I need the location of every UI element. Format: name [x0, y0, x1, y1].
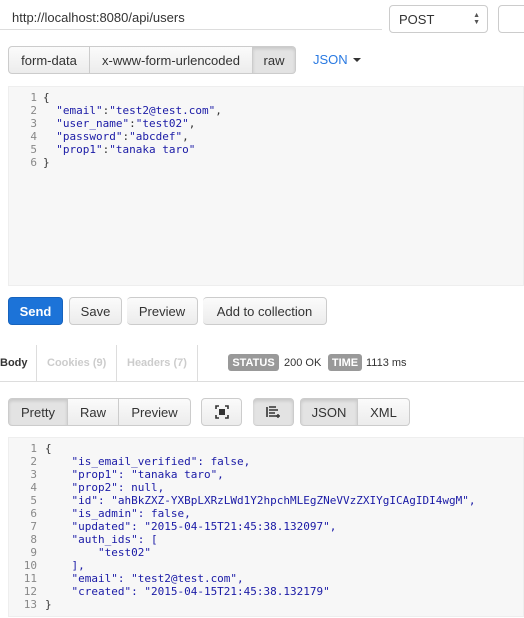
line-number: 9	[30, 546, 37, 559]
tab-divider	[36, 345, 37, 381]
save-button[interactable]: Save	[69, 297, 122, 325]
tab-body[interactable]: Body	[0, 345, 28, 381]
tab-cookies[interactable]: Cookies (9)	[47, 345, 106, 381]
code-line: "test02"	[45, 546, 151, 559]
line-number: 1	[30, 442, 37, 455]
line-number: 3	[30, 117, 37, 130]
line-number: 4	[30, 130, 37, 143]
raw-button[interactable]: raw	[253, 46, 296, 74]
line-number: 2	[30, 455, 37, 468]
code-line: }	[45, 598, 52, 611]
json-view-button[interactable]: JSON	[300, 398, 358, 426]
json-key: "prop1"	[56, 143, 103, 156]
preview-button[interactable]: Preview	[127, 297, 198, 325]
code-line: }	[43, 156, 50, 169]
line-number: 13	[23, 598, 37, 611]
line-number: 5	[30, 494, 37, 507]
response-body[interactable]: 1 2 3 4 5 6 7 8 9 10 11 12 13 { "is_email_verified":…	[8, 437, 524, 617]
status-badge: STATUS	[228, 354, 279, 371]
form-data-button[interactable]: form-data	[8, 46, 90, 74]
code-line: "is_admin": false,	[45, 507, 191, 520]
raw-view-button[interactable]: Raw	[68, 398, 119, 426]
line-number: 3	[30, 468, 37, 481]
line-number: 10	[23, 559, 37, 572]
wrap-lines-button[interactable]	[253, 398, 294, 426]
code-line: "auth_ids": [	[45, 533, 158, 546]
json-value: "tanaka taro"	[109, 143, 196, 156]
code-line: "created": "2015-04-15T21:45:38.132179"	[45, 585, 330, 598]
code-line: "email": "test2@test.com",	[45, 572, 244, 585]
code-line: "prop2": null,	[45, 481, 165, 494]
line-number: 4	[30, 481, 37, 494]
up-down-arrows-icon: ▲ ▼	[473, 12, 480, 26]
request-body-editor[interactable]: 1 2 3 4 5 6 { "email":"test2@test.com", …	[8, 86, 524, 286]
json-key: "email"	[56, 104, 103, 117]
preview-view-button[interactable]: Preview	[119, 398, 191, 426]
format-label: JSON	[313, 52, 348, 67]
line-number: 6	[30, 156, 37, 169]
format-dropdown[interactable]: JSON	[313, 52, 361, 67]
line-number: 7	[30, 520, 37, 533]
code-line: {	[43, 91, 50, 104]
code-line: "prop1": "tanaka taro",	[45, 468, 224, 481]
comma: ,	[182, 130, 189, 143]
line-number: 6	[30, 507, 37, 520]
response-code: { "is_email_verified": false, "prop1": "…	[45, 442, 475, 611]
caret-down-icon	[352, 57, 361, 62]
urlencoded-button[interactable]: x-www-form-urlencoded	[90, 46, 253, 74]
fullscreen-icon	[214, 405, 229, 419]
status-value: 200 OK	[284, 356, 322, 369]
view-mode-group: Pretty Raw Preview	[8, 398, 191, 426]
url-input[interactable]	[0, 6, 382, 30]
code-line: ],	[45, 559, 85, 572]
code-line: "password":"abcdef",	[56, 130, 189, 143]
json-value: "abcdef"	[129, 130, 183, 143]
wrap-lines-icon	[266, 406, 280, 418]
pretty-button[interactable]: Pretty	[8, 398, 68, 426]
code-line: "id": "ahBkZXZ-YXBpLXRzLWd1Y2hpchMLEgZNe…	[45, 494, 476, 507]
code-line: {	[45, 442, 52, 455]
json-key: "password"	[56, 130, 123, 143]
tab-divider	[116, 345, 117, 381]
time-value: 1113 ms	[366, 356, 407, 369]
time-badge: TIME	[328, 354, 362, 371]
tab-headers[interactable]: Headers (7)	[127, 345, 187, 381]
line-number: 1	[30, 91, 37, 104]
editor-gutter: 1 2 3 4 5 6	[9, 91, 37, 169]
body-mode-group: form-data x-www-form-urlencoded raw	[8, 46, 296, 74]
code-line: "user_name":"test02",	[56, 117, 196, 130]
line-number: 2	[30, 104, 37, 117]
response-format-group: JSON XML	[300, 398, 410, 426]
comma: ,	[215, 104, 222, 117]
add-to-collection-button[interactable]: Add to collection	[203, 297, 327, 325]
code-line: "prop1":"tanaka taro"	[56, 143, 196, 156]
code-line: "updated": "2015-04-15T21:45:38.132097",	[45, 520, 337, 533]
comma: ,	[188, 117, 196, 130]
json-value: "test2@test.com"	[109, 104, 216, 117]
json-value: "test02"	[135, 117, 189, 130]
code-line: "email":"test2@test.com",	[56, 104, 222, 117]
editor-code: { "email":"test2@test.com", "user_name":…	[43, 91, 222, 169]
xml-view-button[interactable]: XML	[358, 398, 410, 426]
fullscreen-button[interactable]	[201, 398, 242, 426]
method-select[interactable]: POST ▲ ▼	[389, 5, 488, 33]
json-key: "user_name"	[56, 117, 130, 130]
send-button[interactable]: Send	[8, 297, 63, 325]
url-params-button[interactable]	[498, 5, 524, 33]
line-number: 12	[23, 585, 37, 598]
method-label: POST	[399, 11, 435, 27]
code-line: "is_email_verified": false,	[45, 455, 251, 468]
line-number: 11	[23, 572, 37, 585]
line-number: 5	[30, 143, 37, 156]
tab-divider	[197, 345, 198, 381]
line-number: 8	[30, 533, 37, 546]
response-gutter: 1 2 3 4 5 6 7 8 9 10 11 12 13	[9, 442, 37, 611]
